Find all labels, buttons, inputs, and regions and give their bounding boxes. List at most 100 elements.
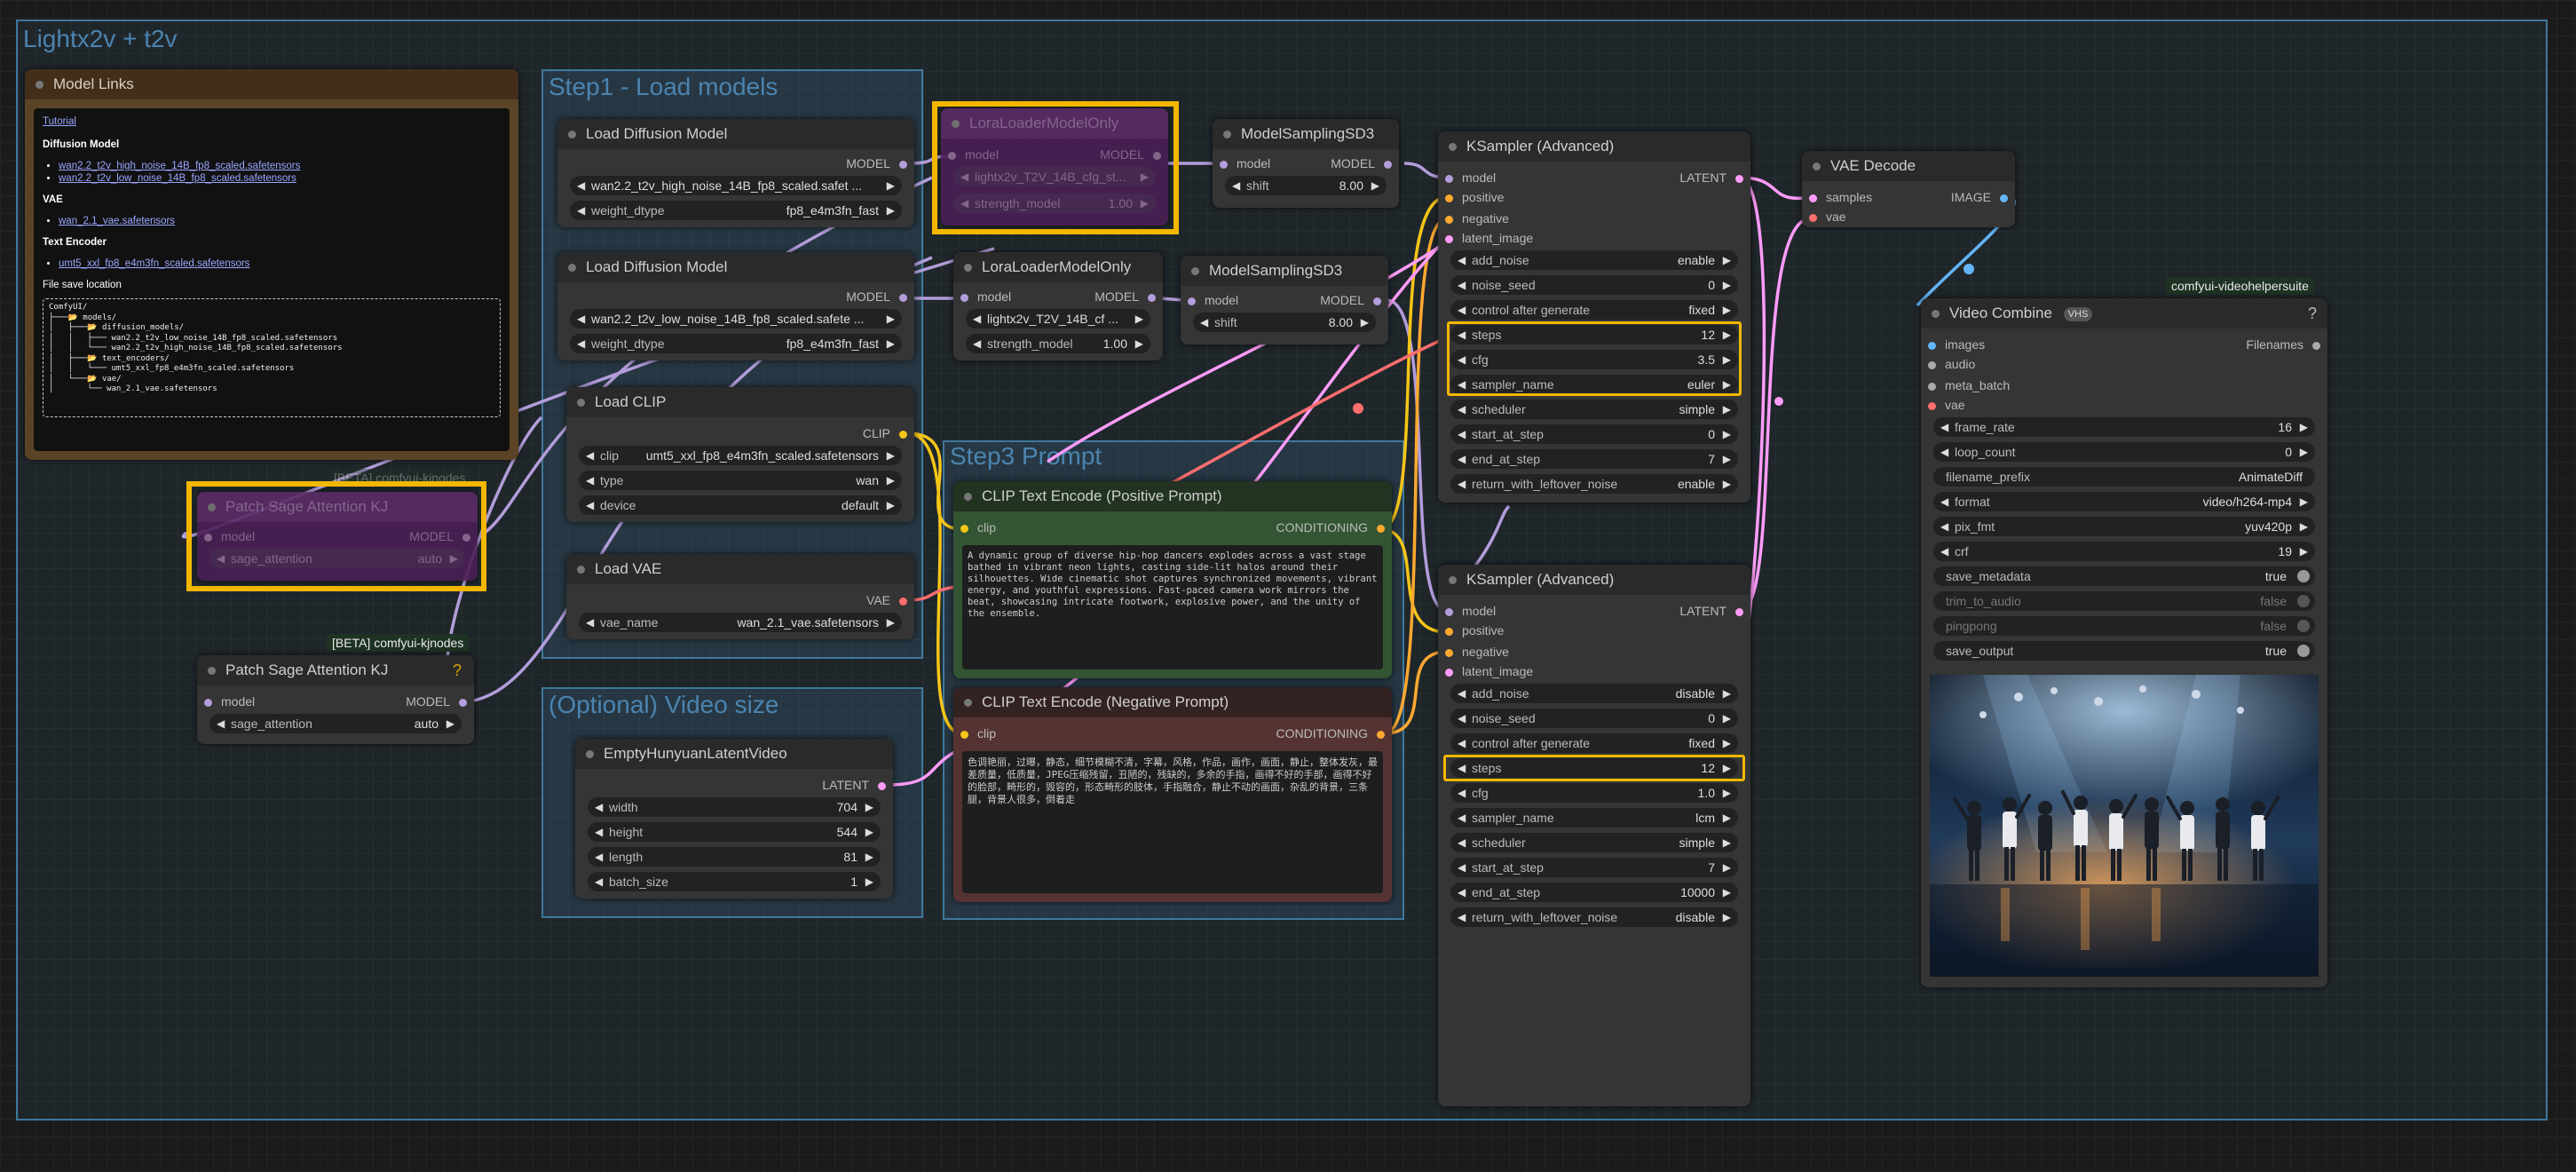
collapse-dot[interactable] — [1223, 131, 1231, 139]
node-vae-decode[interactable]: VAE Decode samples IMAGE vae — [1802, 151, 2015, 227]
collapse-dot[interactable] — [568, 264, 576, 272]
output-model[interactable]: MODEL — [1320, 291, 1381, 309]
strength-model-number[interactable]: ◀ strength_model 1.00 ▶ — [966, 334, 1150, 353]
collapse-dot[interactable] — [964, 493, 972, 501]
node-clip-text-encode-negative[interactable]: CLIP Text Encode (Negative Prompt) clip … — [953, 687, 1392, 902]
pix-fmt-combo[interactable]: ◀ pix_fmt yuv420p ▶ — [1933, 517, 2315, 536]
input-negative[interactable]: negative — [1445, 643, 1509, 661]
input-model[interactable]: model — [960, 288, 1011, 305]
output-latent[interactable]: LATENT — [822, 776, 886, 794]
node-load-vae[interactable]: Load VAE VAE ◀ vae_name wan_2.1_vae.safete… — [566, 554, 914, 639]
frame-rate-number[interactable]: ◀ frame_rate 16 ▶ — [1933, 417, 2315, 437]
video-preview[interactable] — [1930, 675, 2319, 977]
help-icon[interactable]: ? — [453, 655, 462, 685]
crf-number[interactable]: ◀ crf 19 ▶ — [1933, 542, 2315, 561]
unet-name-combo[interactable]: ◀ wan2.2_t2v_low_noise_14B_fp8_scaled.saf… — [570, 309, 902, 329]
weight-dtype-combo[interactable]: ◀ weight_dtype fp8_e4m3fn_fast ▶ — [570, 201, 902, 220]
node-load-clip[interactable]: Load CLIP CLIP ◀ clip umt5_xxl_fp8_e4m3fn_… — [566, 387, 914, 522]
input-negative[interactable]: negative — [1445, 210, 1509, 227]
output-model[interactable]: MODEL — [1331, 154, 1392, 172]
device-combo[interactable]: ◀ device default ▶ — [579, 495, 902, 515]
collapse-dot[interactable] — [1191, 267, 1199, 275]
add-noise-combo[interactable]: ◀ add_noise enable ▶ — [1450, 250, 1738, 270]
output-conditioning[interactable]: CONDITIONING — [1276, 519, 1385, 536]
graph-canvas[interactable]: Lightx2v + t2v Step1 - Load models Step3… — [0, 0, 2576, 1172]
input-model[interactable]: model — [1220, 154, 1270, 172]
input-model[interactable]: model — [1445, 169, 1496, 186]
width-number[interactable]: ◀ width 704 ▶ — [588, 797, 881, 817]
node-load-diffusion-high[interactable]: Load Diffusion Model MODEL ◀ wan2.2_t2v_h… — [557, 119, 914, 227]
noise-seed-number[interactable]: ◀ noise_seed 0 ▶ — [1450, 275, 1738, 295]
node-lora-loader-low[interactable]: LoraLoaderModelOnly model MODEL ◀ lightx2… — [953, 252, 1163, 360]
negative-prompt-textarea[interactable]: 色调艳丽，过曝，静态，细节模糊不清，字幕，风格，作品，画作，画面，静止，整体发灰… — [962, 751, 1383, 893]
vae-name-combo[interactable]: ◀ vae_name wan_2.1_vae.safetensors ▶ — [579, 613, 902, 632]
vae-link[interactable]: wan_2.1_vae.safetensors — [59, 216, 175, 226]
collapse-dot[interactable] — [1449, 576, 1457, 584]
return-with-leftover-noise-combo[interactable]: ◀ return_with_leftover_noise disable ▶ — [1450, 907, 1738, 927]
input-latent-image[interactable]: latent_image — [1445, 229, 1533, 247]
output-latent[interactable]: LATENT — [1679, 169, 1743, 186]
shift-number[interactable]: ◀ shift 8.00 ▶ — [1225, 176, 1387, 195]
start-at-step-number[interactable]: ◀ start_at_step 0 ▶ — [1450, 424, 1738, 444]
input-model[interactable]: model — [1188, 291, 1238, 309]
scheduler-combo[interactable]: ◀ scheduler simple ▶ — [1450, 833, 1738, 852]
output-image[interactable]: IMAGE — [1951, 188, 2008, 206]
collapse-dot[interactable] — [964, 699, 972, 707]
collapse-dot[interactable] — [577, 566, 585, 574]
collapse-dot[interactable] — [1932, 310, 1940, 318]
clip-name-combo[interactable]: ◀ clip umt5_xxl_fp8_e4m3fn_scaled.safetens… — [579, 446, 902, 465]
input-meta-batch[interactable]: meta_batch — [1928, 376, 2010, 394]
pingpong-toggle[interactable]: pingpong false — [1933, 616, 2315, 636]
trim-to-audio-toggle[interactable]: trim_to_audio false — [1933, 591, 2315, 611]
output-model[interactable]: MODEL — [1094, 288, 1156, 305]
weight-dtype-combo[interactable]: ◀ weight_dtype fp8_e4m3fn_fast ▶ — [570, 334, 902, 353]
input-vae[interactable]: vae — [1928, 396, 1965, 414]
input-latent-image[interactable]: latent_image — [1445, 662, 1533, 680]
node-empty-hunyuan-latent-video[interactable]: EmptyHunyuanLatentVideo LATENT ◀ width 704… — [575, 739, 893, 899]
output-model[interactable]: MODEL — [846, 288, 907, 305]
cfg-number[interactable]: ◀ cfg 1.0 ▶ — [1450, 783, 1738, 803]
control-after-generate-combo[interactable]: ◀ control after generate fixed ▶ — [1450, 300, 1738, 320]
diffusion-link-high[interactable]: wan2.2_t2v_high_noise_14B_fp8_scaled.saf… — [59, 161, 300, 171]
start-at-step-number[interactable]: ◀ start_at_step 7 ▶ — [1450, 858, 1738, 877]
lora-name-combo[interactable]: ◀ lightx2v_T2V_14B_cf ... ▶ — [966, 309, 1150, 329]
node-ksampler-advanced-high[interactable]: KSampler (Advanced) model LATENT positiv… — [1438, 131, 1750, 503]
output-clip[interactable]: CLIP — [863, 424, 907, 442]
save-metadata-toggle[interactable]: save_metadata true — [1933, 566, 2315, 586]
shift-number[interactable]: ◀ shift 8.00 ▶ — [1193, 313, 1376, 332]
unet-name-combo[interactable]: ◀ wan2.2_t2v_high_noise_14B_fp8_scaled.sa… — [570, 176, 902, 195]
collapse-dot[interactable] — [1813, 162, 1821, 170]
collapse-dot[interactable] — [1449, 143, 1457, 151]
output-filenames[interactable]: Filenames — [2246, 336, 2320, 353]
clip-type-combo[interactable]: ◀ type wan ▶ — [579, 471, 902, 490]
input-vae[interactable]: vae — [1809, 208, 1846, 226]
add-noise-combo[interactable]: ◀ add_noise disable ▶ — [1450, 684, 1738, 703]
noise-seed-number[interactable]: ◀ noise_seed 0 ▶ — [1450, 709, 1738, 728]
save-output-toggle[interactable]: save_output true — [1933, 641, 2315, 661]
scheduler-combo[interactable]: ◀ scheduler simple ▶ — [1450, 400, 1738, 419]
input-model[interactable]: model — [1445, 602, 1496, 620]
control-after-generate-combo[interactable]: ◀ control after generate fixed ▶ — [1450, 733, 1738, 753]
diffusion-link-low[interactable]: wan2.2_t2v_low_noise_14B_fp8_scaled.safe… — [59, 173, 296, 184]
collapse-dot[interactable] — [36, 81, 43, 89]
collapse-dot[interactable] — [568, 131, 576, 139]
node-model-sampling-sd3-high[interactable]: ModelSamplingSD3 model MODEL ◀ shift 8.00 ▶ — [1213, 119, 1399, 208]
output-model[interactable]: MODEL — [846, 154, 907, 172]
filename-prefix-input[interactable]: filename_prefix AnimateDiff — [1933, 467, 2315, 487]
input-clip[interactable]: clip — [960, 519, 996, 536]
output-latent[interactable]: LATENT — [1679, 602, 1743, 620]
sage-attention-combo[interactable]: ◀ sage_attention auto ▶ — [209, 714, 462, 733]
input-clip[interactable]: clip — [960, 725, 996, 742]
positive-prompt-textarea[interactable]: A dynamic group of diverse hip-hop dance… — [962, 545, 1383, 669]
output-vae[interactable]: VAE — [866, 591, 907, 609]
node-video-combine[interactable]: Video Combine VHS ? images Filenames aud… — [1921, 298, 2327, 987]
end-at-step-number[interactable]: ◀ end_at_step 10000 ▶ — [1450, 883, 1738, 902]
sampler-name-combo[interactable]: ◀ sampler_name lcm ▶ — [1450, 808, 1738, 828]
length-number[interactable]: ◀ length 81 ▶ — [588, 847, 881, 867]
node-patch-sage-attention-low[interactable]: Patch Sage Attention KJ? model MODEL ◀ sa… — [197, 655, 474, 744]
node-model-sampling-sd3-low[interactable]: ModelSamplingSD3 model MODEL ◀ shift 8.00 ▶ — [1181, 256, 1388, 344]
batch-size-number[interactable]: ◀ batch_size 1 ▶ — [588, 872, 881, 891]
input-samples[interactable]: samples — [1809, 188, 1872, 206]
loop-count-number[interactable]: ◀ loop_count 0 ▶ — [1933, 442, 2315, 462]
input-positive[interactable]: positive — [1445, 622, 1504, 639]
